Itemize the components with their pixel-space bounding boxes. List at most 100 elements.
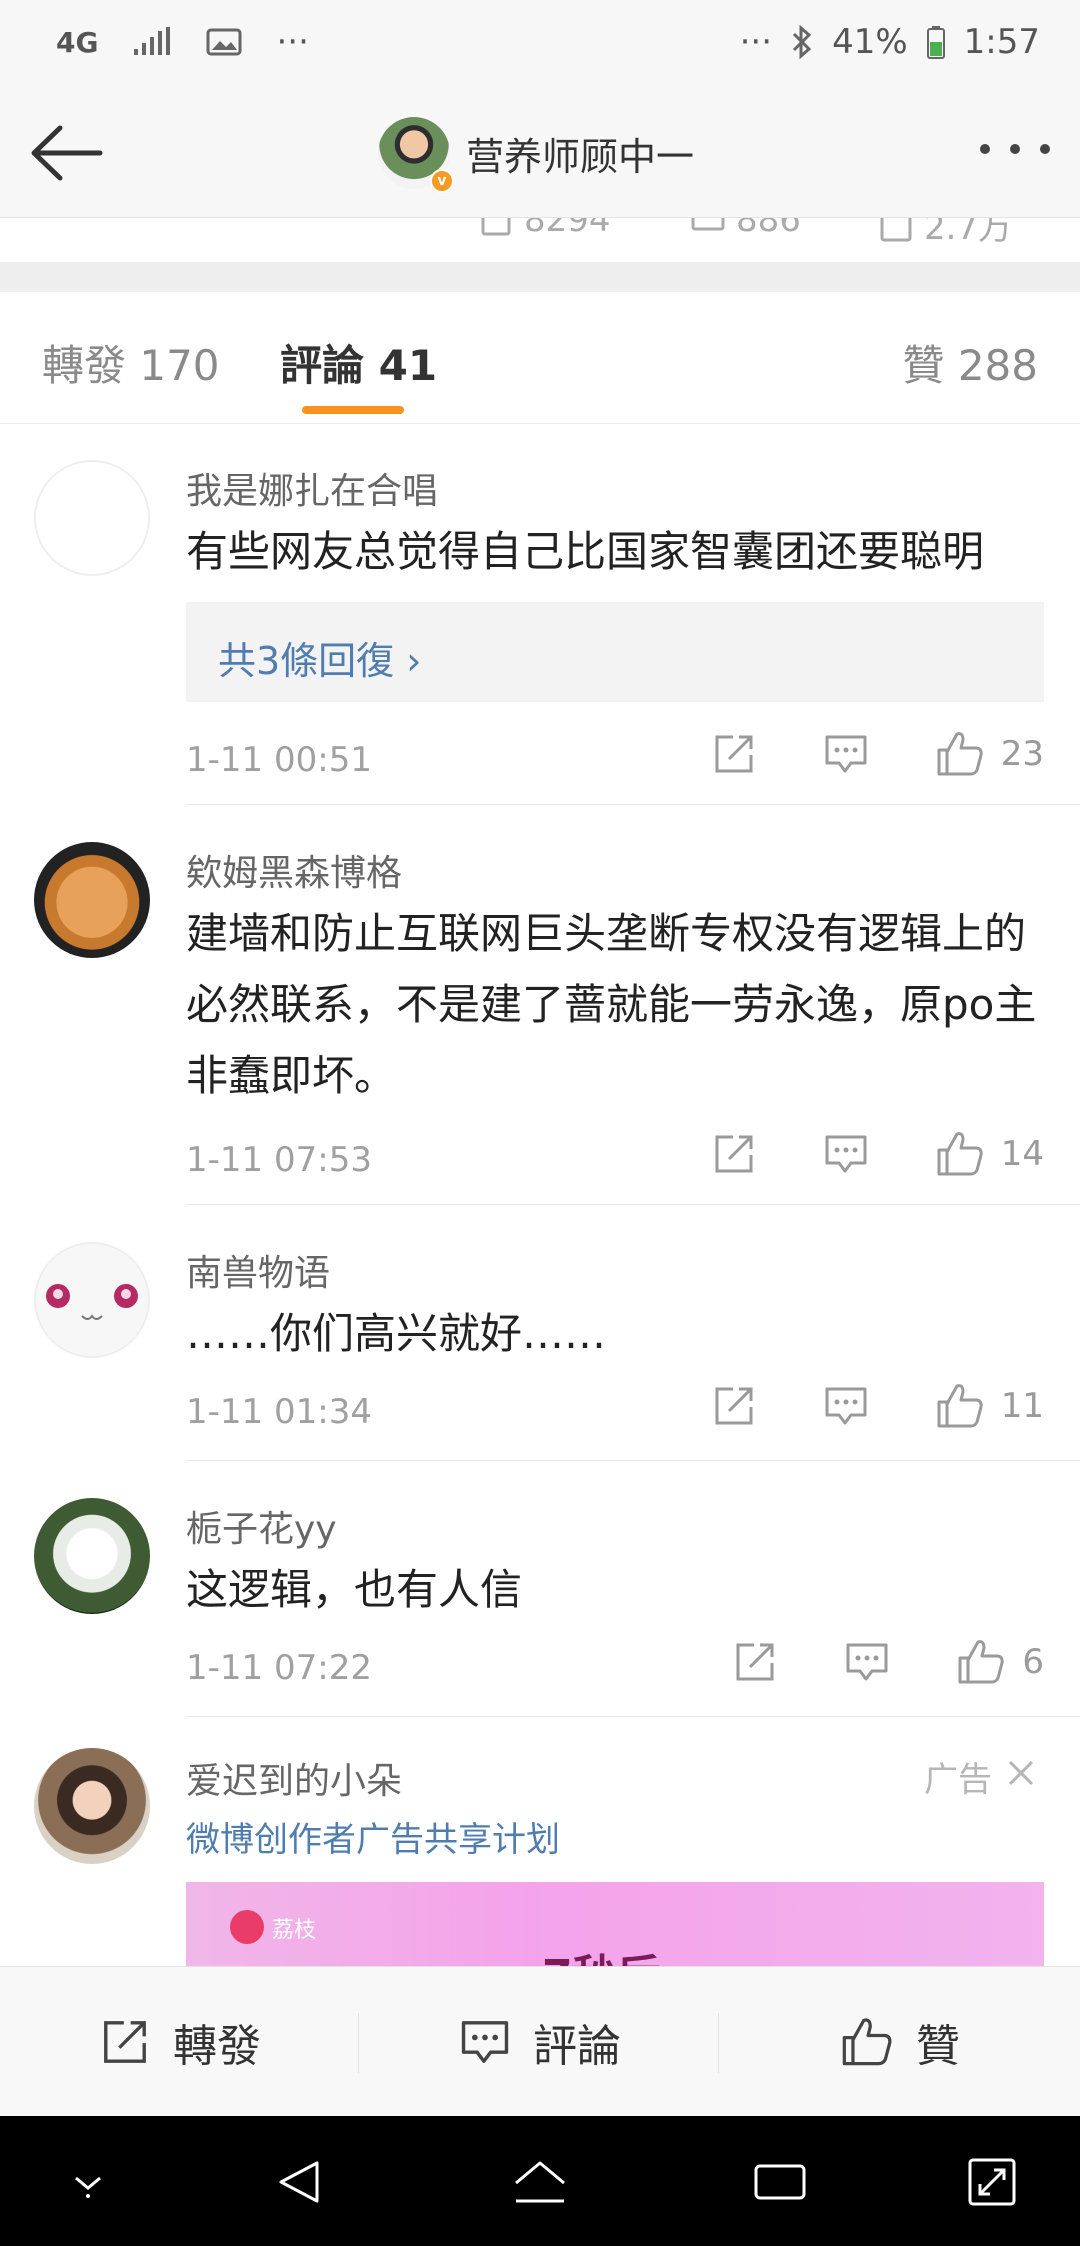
ad-brand-text: 荔枝 — [272, 1918, 317, 1943]
comment-bubble-icon — [825, 1387, 867, 1425]
comment-divider — [186, 1716, 1080, 1717]
tab-comments[interactable]: 評論 41 — [280, 332, 437, 393]
commenter-avatar[interactable] — [34, 842, 150, 958]
like-comment-button[interactable]: 11 — [935, 1382, 1044, 1430]
repost-comment-button[interactable] — [711, 731, 757, 777]
repost-button[interactable]: 轉發 — [0, 1967, 360, 2117]
ad-image[interactable]: 荔枝 7秒后 — [186, 1882, 1044, 1966]
comment-text: 有些网友总觉得自己比国家智囊团还要聪明 — [186, 527, 985, 576]
thumbs-up-icon — [937, 1132, 983, 1176]
reply-comment-button[interactable] — [823, 1131, 869, 1177]
back-nav-button[interactable] — [268, 2150, 332, 2214]
home-icon — [515, 2161, 565, 2203]
share-icon — [104, 2021, 146, 2063]
commenter-avatar[interactable] — [34, 460, 150, 576]
stat-comments[interactable]: 886 — [690, 218, 801, 240]
like-comment-button[interactable]: 6 — [956, 1638, 1044, 1686]
page-title: 营养师顾中一 — [466, 134, 695, 179]
home-nav-button[interactable] — [508, 2150, 572, 2214]
more-dot-icon — [980, 144, 990, 154]
commenter-name[interactable]: 我是娜扎在合唱 — [186, 462, 438, 514]
tab-reposts[interactable]: 轉發 170 — [42, 332, 220, 393]
comment-actions: 23 — [645, 730, 1044, 778]
back-arrow-icon — [31, 125, 103, 181]
battery-percent: 41% — [832, 22, 908, 62]
reply-comment-button[interactable] — [844, 1639, 890, 1685]
like-icon — [880, 218, 912, 241]
system-navigation-bar — [0, 2116, 1080, 2246]
back-button[interactable] — [26, 118, 106, 188]
repost-comment-button[interactable] — [711, 1131, 757, 1177]
bar-separator — [718, 2013, 719, 2073]
advertiser-name[interactable]: 爱迟到的小朵 — [186, 1752, 402, 1804]
commenter-name[interactable]: 栀子花yy — [186, 1500, 337, 1552]
comment-bubble-icon — [825, 735, 867, 773]
view-replies-link[interactable]: 共3條回復 › — [218, 630, 421, 685]
commenter-avatar[interactable] — [34, 1498, 150, 1614]
status-bar: 4G ··· ··· 41% 1:57 — [0, 0, 1080, 88]
bar-separator — [358, 2013, 359, 2073]
comment-actions: 6 — [666, 1638, 1044, 1686]
active-tab-indicator — [302, 406, 404, 414]
like-count: 23 — [1000, 734, 1044, 774]
ad-tag-text: 广告 — [924, 1760, 992, 1800]
stat-likes[interactable]: 2.7万 — [878, 218, 1012, 249]
repost-comment-button[interactable] — [732, 1639, 778, 1685]
advertiser-avatar[interactable] — [34, 1748, 150, 1864]
author-avatar[interactable]: v — [378, 117, 454, 193]
comment-time: 1-11 07:22 — [186, 1648, 372, 1688]
like-comment-button[interactable]: 23 — [935, 730, 1044, 778]
comment-text: ……你们高兴就好…… — [186, 1309, 607, 1358]
ad-program-link[interactable]: 微博创作者广告共享计划 — [186, 1812, 560, 1861]
profile-title[interactable]: v 营养师顾中一 — [378, 116, 695, 193]
network-4g-icon: 4G — [56, 25, 99, 59]
like-count: 14 — [1000, 1134, 1044, 1174]
status-overflow-icon: ··· — [739, 22, 773, 62]
back-triangle-icon — [279, 2161, 319, 2203]
like-button[interactable]: 贊 — [720, 1967, 1080, 2117]
commenter-name[interactable]: 南兽物语 — [186, 1244, 330, 1296]
chevron-down-icon — [75, 2176, 101, 2198]
ad-label: 广告 — [924, 1752, 1036, 1801]
comment-divider — [186, 1204, 1080, 1205]
expand-screen-button[interactable] — [960, 2150, 1024, 2214]
more-dot-icon — [1010, 144, 1020, 154]
comment-actions: 11 — [645, 1382, 1044, 1430]
like-label: 贊 — [916, 2021, 960, 2072]
like-count: 6 — [1022, 1642, 1044, 1682]
thumbs-up-icon — [937, 732, 983, 776]
tab-likes[interactable]: 贊 288 — [902, 332, 1038, 393]
recent-apps-button[interactable] — [748, 2150, 812, 2214]
share-icon — [715, 1387, 753, 1425]
more-options-button[interactable] — [980, 134, 1050, 164]
repost-icon — [481, 218, 511, 236]
reply-comment-button[interactable] — [823, 1383, 869, 1429]
comment-item: 我是娜扎在合唱 有些网友总觉得自己比国家智囊团还要聪明 共3條回復 › 1-11… — [0, 424, 1080, 806]
like-comment-button[interactable]: 14 — [935, 1130, 1044, 1178]
reply-comment-button[interactable] — [823, 731, 869, 777]
comment-actions: 14 — [645, 1130, 1044, 1178]
close-ad-button[interactable] — [1006, 1757, 1036, 1797]
comment-button[interactable]: 評論 — [360, 1967, 720, 2117]
comment-bubble-icon — [825, 1135, 867, 1173]
share-icon — [715, 1135, 753, 1173]
hide-navbar-button[interactable] — [56, 2150, 120, 2214]
stat-reposts[interactable]: 8294 — [480, 218, 611, 240]
thumbs-up-icon — [842, 2018, 892, 2066]
repost-comment-button[interactable] — [711, 1383, 757, 1429]
replies-box[interactable]: 共3條回復 › — [186, 602, 1044, 702]
comment-tabs: 轉發 170 評論 41 贊 288 — [0, 292, 1080, 424]
more-dot-icon — [1040, 144, 1050, 154]
stat-reposts-count: 8294 — [524, 218, 611, 240]
comment-label: 評論 — [533, 2021, 621, 2072]
commenter-avatar[interactable] — [34, 1242, 150, 1358]
comment-bubble-icon — [461, 2021, 509, 2063]
stat-comments-count: 886 — [736, 218, 801, 240]
verified-badge-icon: v — [430, 169, 454, 193]
commenter-name[interactable]: 欸姆黑森博格 — [186, 844, 402, 896]
section-divider — [0, 262, 1080, 292]
comment-icon — [691, 218, 725, 231]
comment-bubble-icon — [846, 1643, 888, 1681]
comment-time: 1-11 00:51 — [186, 740, 372, 780]
comment-item: 南兽物语 ……你们高兴就好…… 1-11 01:34 11 — [0, 1206, 1080, 1462]
